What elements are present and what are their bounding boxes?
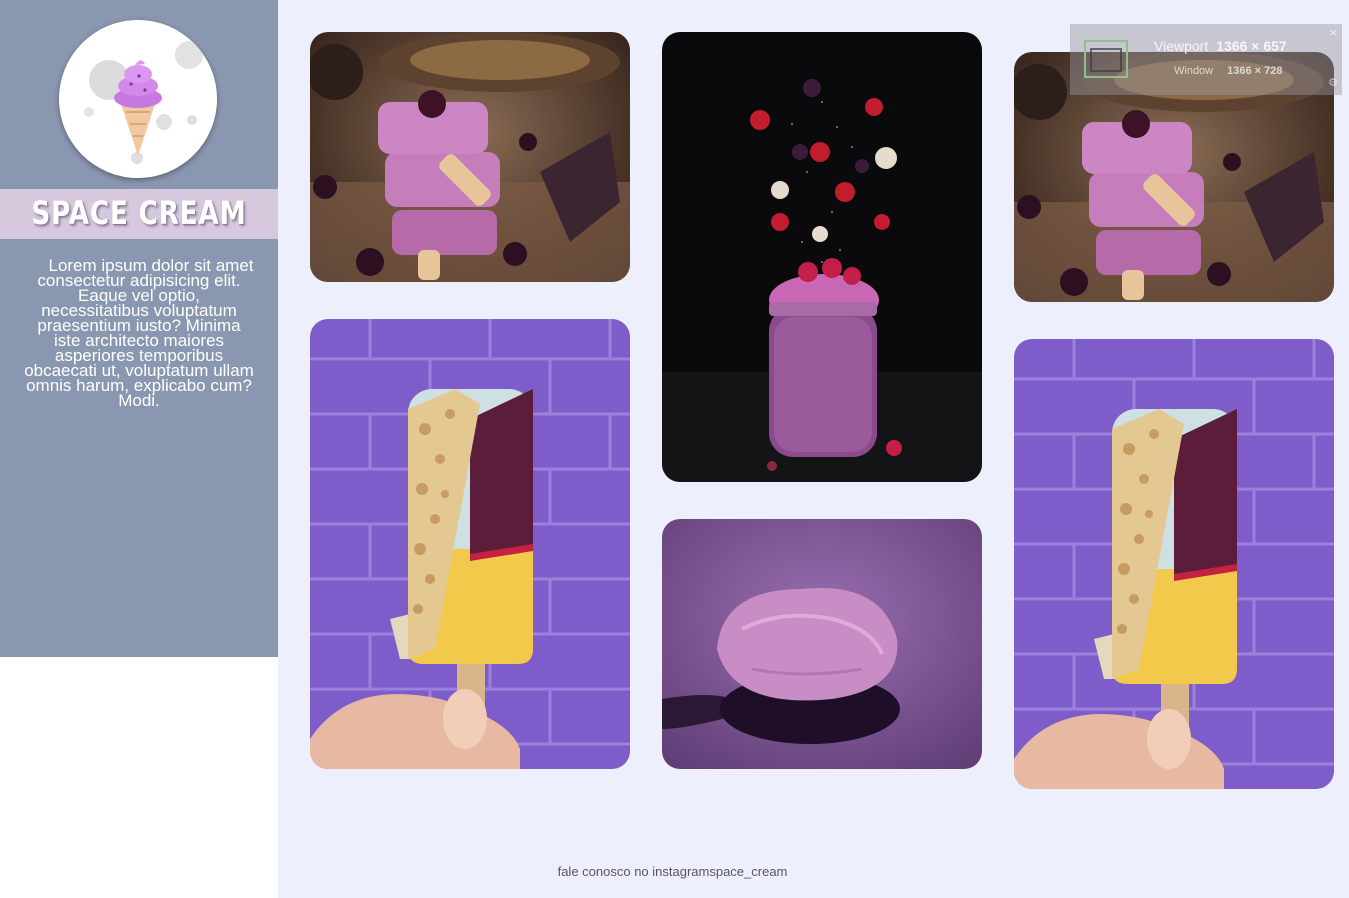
footer-instagram-text: fale conosco no instagramspace_cream xyxy=(557,864,788,879)
viewport-readout: Viewport 1366 × 657 xyxy=(1154,38,1287,54)
brand-title: SPACE CREAM xyxy=(31,194,247,232)
ice-cream-cone-icon xyxy=(59,20,217,178)
close-icon[interactable]: × xyxy=(1329,26,1338,39)
brand-description: Lorem ipsum dolor sit amet consectetur a… xyxy=(24,256,254,410)
gallery-image-6[interactable] xyxy=(1014,339,1334,789)
window-size: 1366 × 728 xyxy=(1227,65,1283,77)
viewport-label: Viewport xyxy=(1154,38,1209,54)
viewport-size: 1366 × 657 xyxy=(1216,38,1287,54)
gear-icon[interactable]: ⚙ xyxy=(1328,76,1338,89)
sidebar: SPACE CREAM Lorem ipsum dolor sit amet c… xyxy=(0,0,278,657)
window-label: Window xyxy=(1174,65,1214,77)
gallery-image-1[interactable] xyxy=(310,32,630,282)
gallery-image-4[interactable] xyxy=(310,319,630,769)
window-readout: Window 1366 × 728 xyxy=(1174,65,1283,77)
viewport-icon xyxy=(1084,40,1128,78)
gallery-image-2[interactable] xyxy=(662,32,982,482)
gallery-image-5[interactable] xyxy=(662,519,982,769)
brand-logo[interactable] xyxy=(59,20,217,178)
viewport-size-overlay: Viewport 1366 × 657 Window 1366 × 728 × ⚙ xyxy=(1070,24,1342,95)
